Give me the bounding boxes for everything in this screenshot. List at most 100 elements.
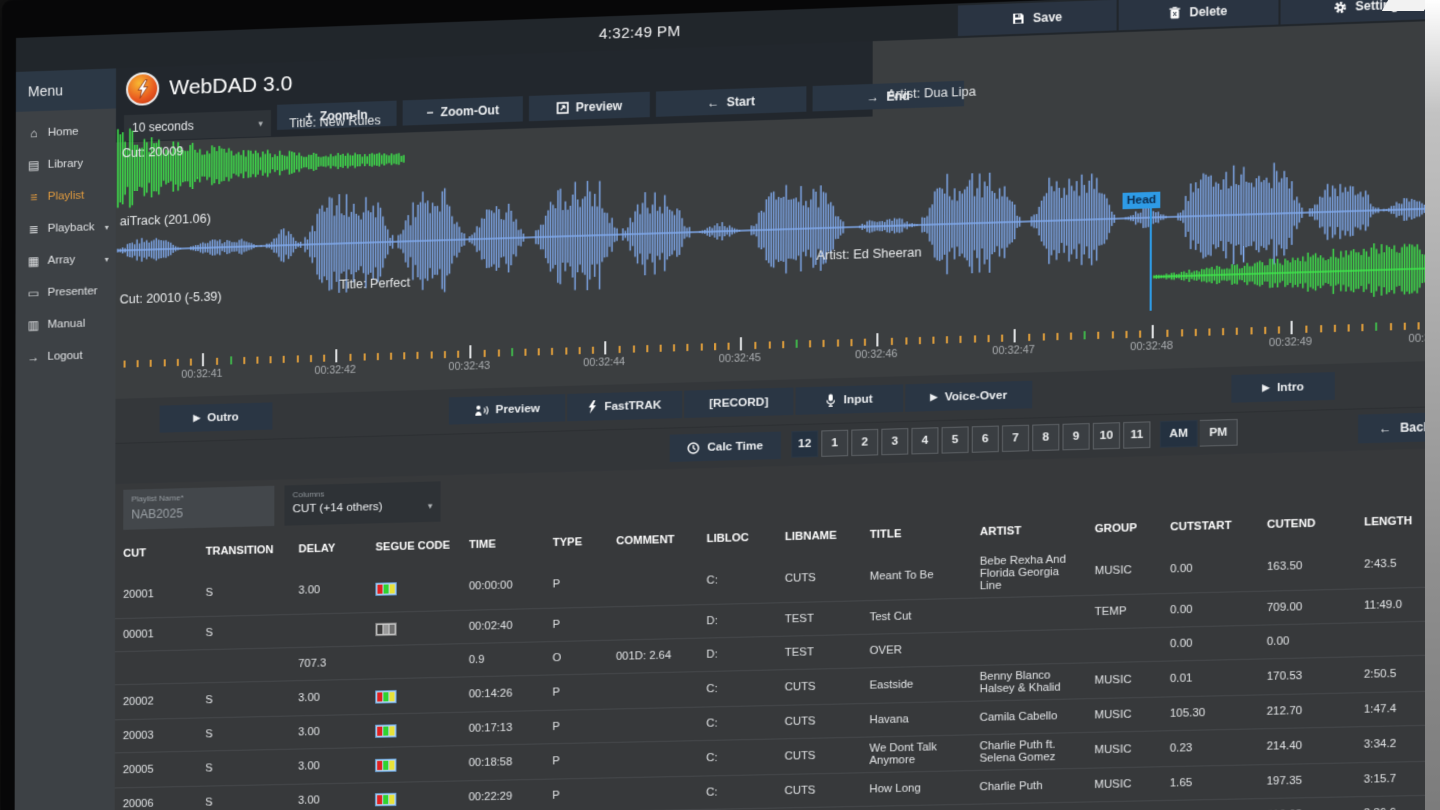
- timeline-major-tick: [469, 345, 471, 358]
- cell-segue-code: [367, 781, 461, 810]
- webdad-app-window: 4:32:49 PM Save Delete Settings: [14, 0, 1440, 810]
- cell-group: MUSIC: [1086, 662, 1162, 698]
- cell-cutend: 163.50: [1258, 541, 1355, 591]
- cell-type: P: [544, 710, 608, 744]
- start-button[interactable]: ← Start: [656, 86, 806, 117]
- cell-cutstart: 0.00: [1162, 626, 1259, 661]
- sidebar-item-array[interactable]: ▦Array▾: [16, 243, 116, 278]
- hour-button-6[interactable]: 6: [972, 426, 999, 453]
- hour-button-8[interactable]: 8: [1032, 424, 1059, 451]
- timeline-minor-tick: [660, 345, 662, 352]
- column-header-title[interactable]: TITLE: [861, 520, 971, 547]
- clock-icon: [688, 441, 700, 454]
- head-marker[interactable]: Head: [1123, 192, 1161, 210]
- playlist-name-field[interactable]: Playlist Name* NAB2025: [123, 486, 274, 530]
- cell-type: P: [544, 743, 608, 779]
- hour-button-4[interactable]: 4: [911, 427, 938, 454]
- timeline-minor-tick: [1348, 324, 1350, 331]
- am-button[interactable]: AM: [1160, 420, 1198, 448]
- timeline-minor-tick: [190, 359, 192, 366]
- hour-button-7[interactable]: 7: [1002, 425, 1029, 452]
- timeline-minor-tick: [1029, 334, 1031, 341]
- column-header-segue-code[interactable]: SEGUE CODE: [367, 533, 461, 560]
- hour-button-10[interactable]: 10: [1093, 422, 1120, 449]
- cell-title: Meant To Be: [861, 551, 971, 601]
- timeline-minor-tick: [1139, 330, 1141, 337]
- hour-button-5[interactable]: 5: [942, 426, 969, 453]
- column-header-comment[interactable]: COMMENT: [608, 527, 698, 554]
- cell-libname: TEST: [776, 635, 861, 669]
- column-header-cutend[interactable]: CUTEND: [1259, 510, 1356, 537]
- hour-button-2[interactable]: 2: [851, 429, 878, 456]
- column-header-artist[interactable]: ARTIST: [972, 517, 1087, 544]
- timeline-minor-tick: [390, 353, 392, 360]
- pm-button[interactable]: PM: [1200, 419, 1238, 447]
- timeline-major-tick: [1291, 321, 1293, 334]
- column-header-transition[interactable]: TRANSITION: [198, 538, 291, 564]
- cell-comment: [608, 672, 698, 708]
- column-header-libloc[interactable]: LIBLOC: [698, 525, 776, 551]
- speaker-person-icon: [474, 404, 488, 417]
- waveform-panel[interactable]: WebDAD 3.0 10 seconds ▾ + Zoom-In: [115, 20, 1440, 399]
- timeline-minor-tick: [270, 356, 272, 363]
- timeline-minor-tick: [1250, 327, 1252, 334]
- column-header-group[interactable]: GROUP: [1086, 515, 1161, 541]
- timeline-minor-tick: [1362, 324, 1364, 331]
- delete-button[interactable]: Delete: [1119, 0, 1279, 30]
- column-header-libname[interactable]: LIBNAME: [777, 523, 862, 550]
- arrow-left-icon: ←: [1379, 421, 1392, 436]
- transport-preview-button[interactable]: Preview: [449, 394, 565, 425]
- column-header-time[interactable]: TIME: [461, 531, 545, 557]
- zoom-window-select[interactable]: 10 seconds ▾: [124, 110, 271, 141]
- cell-time: 0.9: [461, 642, 545, 676]
- logout-icon: →: [26, 350, 40, 364]
- hour-button-3[interactable]: 3: [881, 428, 908, 455]
- timeline-minor-tick: [864, 339, 866, 346]
- sidebar-item-playback[interactable]: ≣Playback▾: [16, 211, 116, 246]
- gear-icon: [1333, 0, 1347, 14]
- preview-button[interactable]: Preview: [529, 92, 650, 121]
- zoom-out-button[interactable]: − Zoom-Out: [403, 96, 523, 125]
- cell-cut: 20005: [115, 752, 197, 788]
- sidebar-item-presenter[interactable]: ▭Presenter: [16, 275, 116, 310]
- record-button[interactable]: [RECORD]: [684, 388, 793, 418]
- column-header-delay[interactable]: DELAY: [290, 536, 367, 562]
- timeline-major-tick: [1152, 325, 1154, 338]
- webdad-logo-icon: [126, 72, 159, 106]
- sidebar-item-playlist[interactable]: ≡Playlist: [16, 179, 116, 214]
- timeline-minor-tick: [974, 335, 976, 342]
- outro-button[interactable]: ▶ Outro: [160, 402, 273, 432]
- timeline-label: 00:32:48: [1130, 340, 1173, 354]
- columns-dropdown[interactable]: Columns CUT (+14 others) ▾: [284, 481, 440, 525]
- sidebar-item-logout[interactable]: →Logout: [15, 339, 115, 374]
- column-header-cut[interactable]: CUT: [115, 540, 197, 566]
- input-button[interactable]: Input: [795, 384, 903, 415]
- timeline-minor-tick: [823, 340, 825, 347]
- cell-libname: CUTS: [776, 704, 861, 738]
- timeline-minor-tick: [646, 345, 648, 352]
- timeline-minor-tick: [430, 351, 432, 358]
- cell-time: 00:14:26: [461, 676, 545, 712]
- voice-over-button[interactable]: ▶ Voice-Over: [905, 381, 1032, 412]
- hour-button-1[interactable]: 1: [821, 430, 848, 457]
- preview-box-icon: [556, 101, 568, 114]
- calc-time-button[interactable]: Calc Time: [670, 432, 781, 462]
- timeline-minor-tick: [1098, 332, 1100, 339]
- sidebar-item-manual[interactable]: ▥Manual: [15, 307, 115, 342]
- hour-button-9[interactable]: 9: [1062, 423, 1089, 450]
- fasttrak-button[interactable]: FastTRAK: [567, 391, 682, 422]
- column-header-cutstart[interactable]: CUTSTART: [1162, 513, 1259, 540]
- sidebar-item-library[interactable]: ▤Library: [16, 146, 116, 181]
- save-button[interactable]: Save: [958, 0, 1117, 36]
- timeline-minor-tick: [417, 352, 419, 359]
- intro-button[interactable]: ▶ Intro: [1231, 372, 1334, 403]
- hour-button-11[interactable]: 11: [1123, 421, 1150, 448]
- hour-button-12[interactable]: 12: [791, 431, 818, 458]
- columns-label: Columns: [293, 487, 433, 500]
- cell-cut: 00001: [115, 617, 197, 651]
- sidebar-item-home[interactable]: ⌂Home: [16, 114, 116, 149]
- timeline-minor-tick: [714, 343, 716, 350]
- column-header-type[interactable]: TYPE: [545, 529, 608, 555]
- title-label-bottom: Title: Perfect: [339, 276, 410, 292]
- cell-transition: S: [197, 615, 290, 649]
